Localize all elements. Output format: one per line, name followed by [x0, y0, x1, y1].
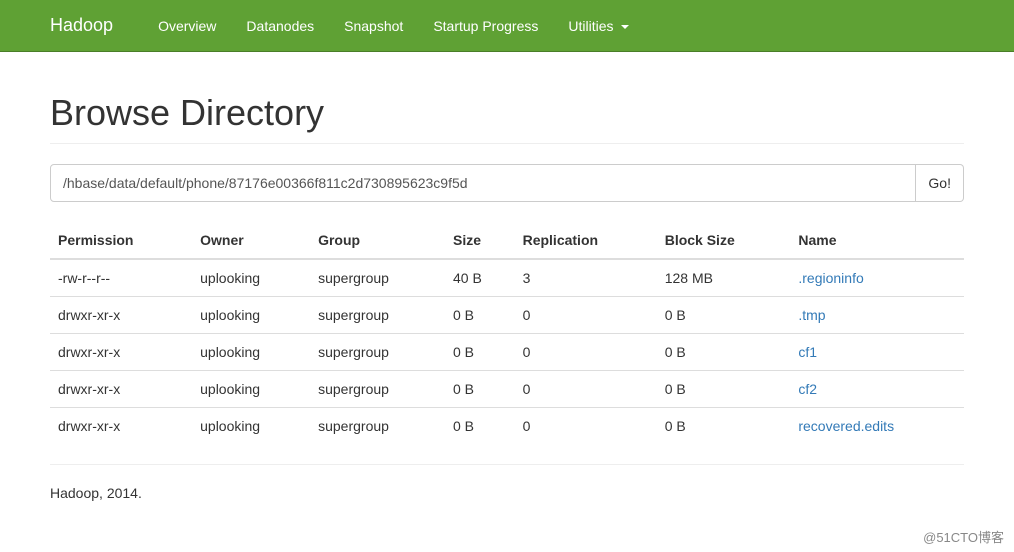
cell-name: .regioninfo — [790, 259, 964, 297]
nav-datanodes[interactable]: Datanodes — [231, 3, 329, 49]
chevron-down-icon — [621, 25, 629, 29]
cell-size: 40 B — [445, 259, 515, 297]
table-row: drwxr-xr-xuplookingsupergroup0 B00 Bcf2 — [50, 371, 964, 408]
nav-startup-progress[interactable]: Startup Progress — [418, 3, 553, 49]
cell-permission: drwxr-xr-x — [50, 297, 192, 334]
file-link[interactable]: .tmp — [798, 307, 825, 323]
cell-owner: uplooking — [192, 297, 310, 334]
table-header-row: Permission Owner Group Size Replication … — [50, 222, 964, 259]
col-name: Name — [790, 222, 964, 259]
cell-name: recovered.edits — [790, 408, 964, 445]
cell-block-size: 0 B — [657, 408, 791, 445]
col-group: Group — [310, 222, 445, 259]
cell-block-size: 0 B — [657, 334, 791, 371]
cell-size: 0 B — [445, 371, 515, 408]
file-link[interactable]: recovered.edits — [798, 418, 894, 434]
cell-replication: 0 — [515, 371, 657, 408]
cell-group: supergroup — [310, 371, 445, 408]
col-replication: Replication — [515, 222, 657, 259]
file-link[interactable]: .regioninfo — [798, 270, 863, 286]
col-owner: Owner — [192, 222, 310, 259]
nav-overview[interactable]: Overview — [143, 3, 231, 49]
page-title: Browse Directory — [50, 92, 964, 134]
cell-size: 0 B — [445, 408, 515, 445]
watermark: @51CTO博客 — [923, 527, 1004, 546]
col-size: Size — [445, 222, 515, 259]
cell-group: supergroup — [310, 334, 445, 371]
cell-group: supergroup — [310, 297, 445, 334]
cell-group: supergroup — [310, 408, 445, 445]
cell-owner: uplooking — [192, 408, 310, 445]
brand-link[interactable]: Hadoop — [50, 0, 128, 51]
table-row: drwxr-xr-xuplookingsupergroup0 B00 B.tmp — [50, 297, 964, 334]
cell-block-size: 128 MB — [657, 259, 791, 297]
nav-menu: Overview Datanodes Snapshot Startup Prog… — [143, 3, 644, 49]
cell-owner: uplooking — [192, 334, 310, 371]
cell-size: 0 B — [445, 297, 515, 334]
cell-replication: 0 — [515, 334, 657, 371]
cell-replication: 0 — [515, 408, 657, 445]
path-input-group: Go! — [50, 164, 964, 202]
col-block-size: Block Size — [657, 222, 791, 259]
cell-block-size: 0 B — [657, 297, 791, 334]
path-input[interactable] — [50, 164, 916, 202]
footer-text: Hadoop, 2014. — [50, 485, 964, 521]
cell-permission: -rw-r--r-- — [50, 259, 192, 297]
table-row: drwxr-xr-xuplookingsupergroup0 B00 Breco… — [50, 408, 964, 445]
navbar: Hadoop Overview Datanodes Snapshot Start… — [0, 0, 1014, 52]
cell-permission: drwxr-xr-x — [50, 334, 192, 371]
cell-permission: drwxr-xr-x — [50, 371, 192, 408]
file-link[interactable]: cf1 — [798, 344, 817, 360]
cell-name: cf2 — [790, 371, 964, 408]
cell-owner: uplooking — [192, 259, 310, 297]
file-link[interactable]: cf2 — [798, 381, 817, 397]
main-container: Browse Directory Go! Permission Owner Gr… — [0, 92, 1014, 521]
cell-name: .tmp — [790, 297, 964, 334]
table-row: drwxr-xr-xuplookingsupergroup0 B00 Bcf1 — [50, 334, 964, 371]
cell-permission: drwxr-xr-x — [50, 408, 192, 445]
footer-divider — [50, 464, 964, 465]
cell-name: cf1 — [790, 334, 964, 371]
cell-size: 0 B — [445, 334, 515, 371]
directory-table: Permission Owner Group Size Replication … — [50, 222, 964, 444]
cell-replication: 0 — [515, 297, 657, 334]
cell-owner: uplooking — [192, 371, 310, 408]
nav-utilities-label: Utilities — [568, 18, 613, 34]
go-button[interactable]: Go! — [916, 164, 964, 202]
nav-utilities[interactable]: Utilities — [553, 3, 644, 49]
cell-replication: 3 — [515, 259, 657, 297]
cell-block-size: 0 B — [657, 371, 791, 408]
page-header: Browse Directory — [50, 92, 964, 144]
nav-snapshot[interactable]: Snapshot — [329, 3, 418, 49]
cell-group: supergroup — [310, 259, 445, 297]
table-row: -rw-r--r--uplookingsupergroup40 B3128 MB… — [50, 259, 964, 297]
col-permission: Permission — [50, 222, 192, 259]
